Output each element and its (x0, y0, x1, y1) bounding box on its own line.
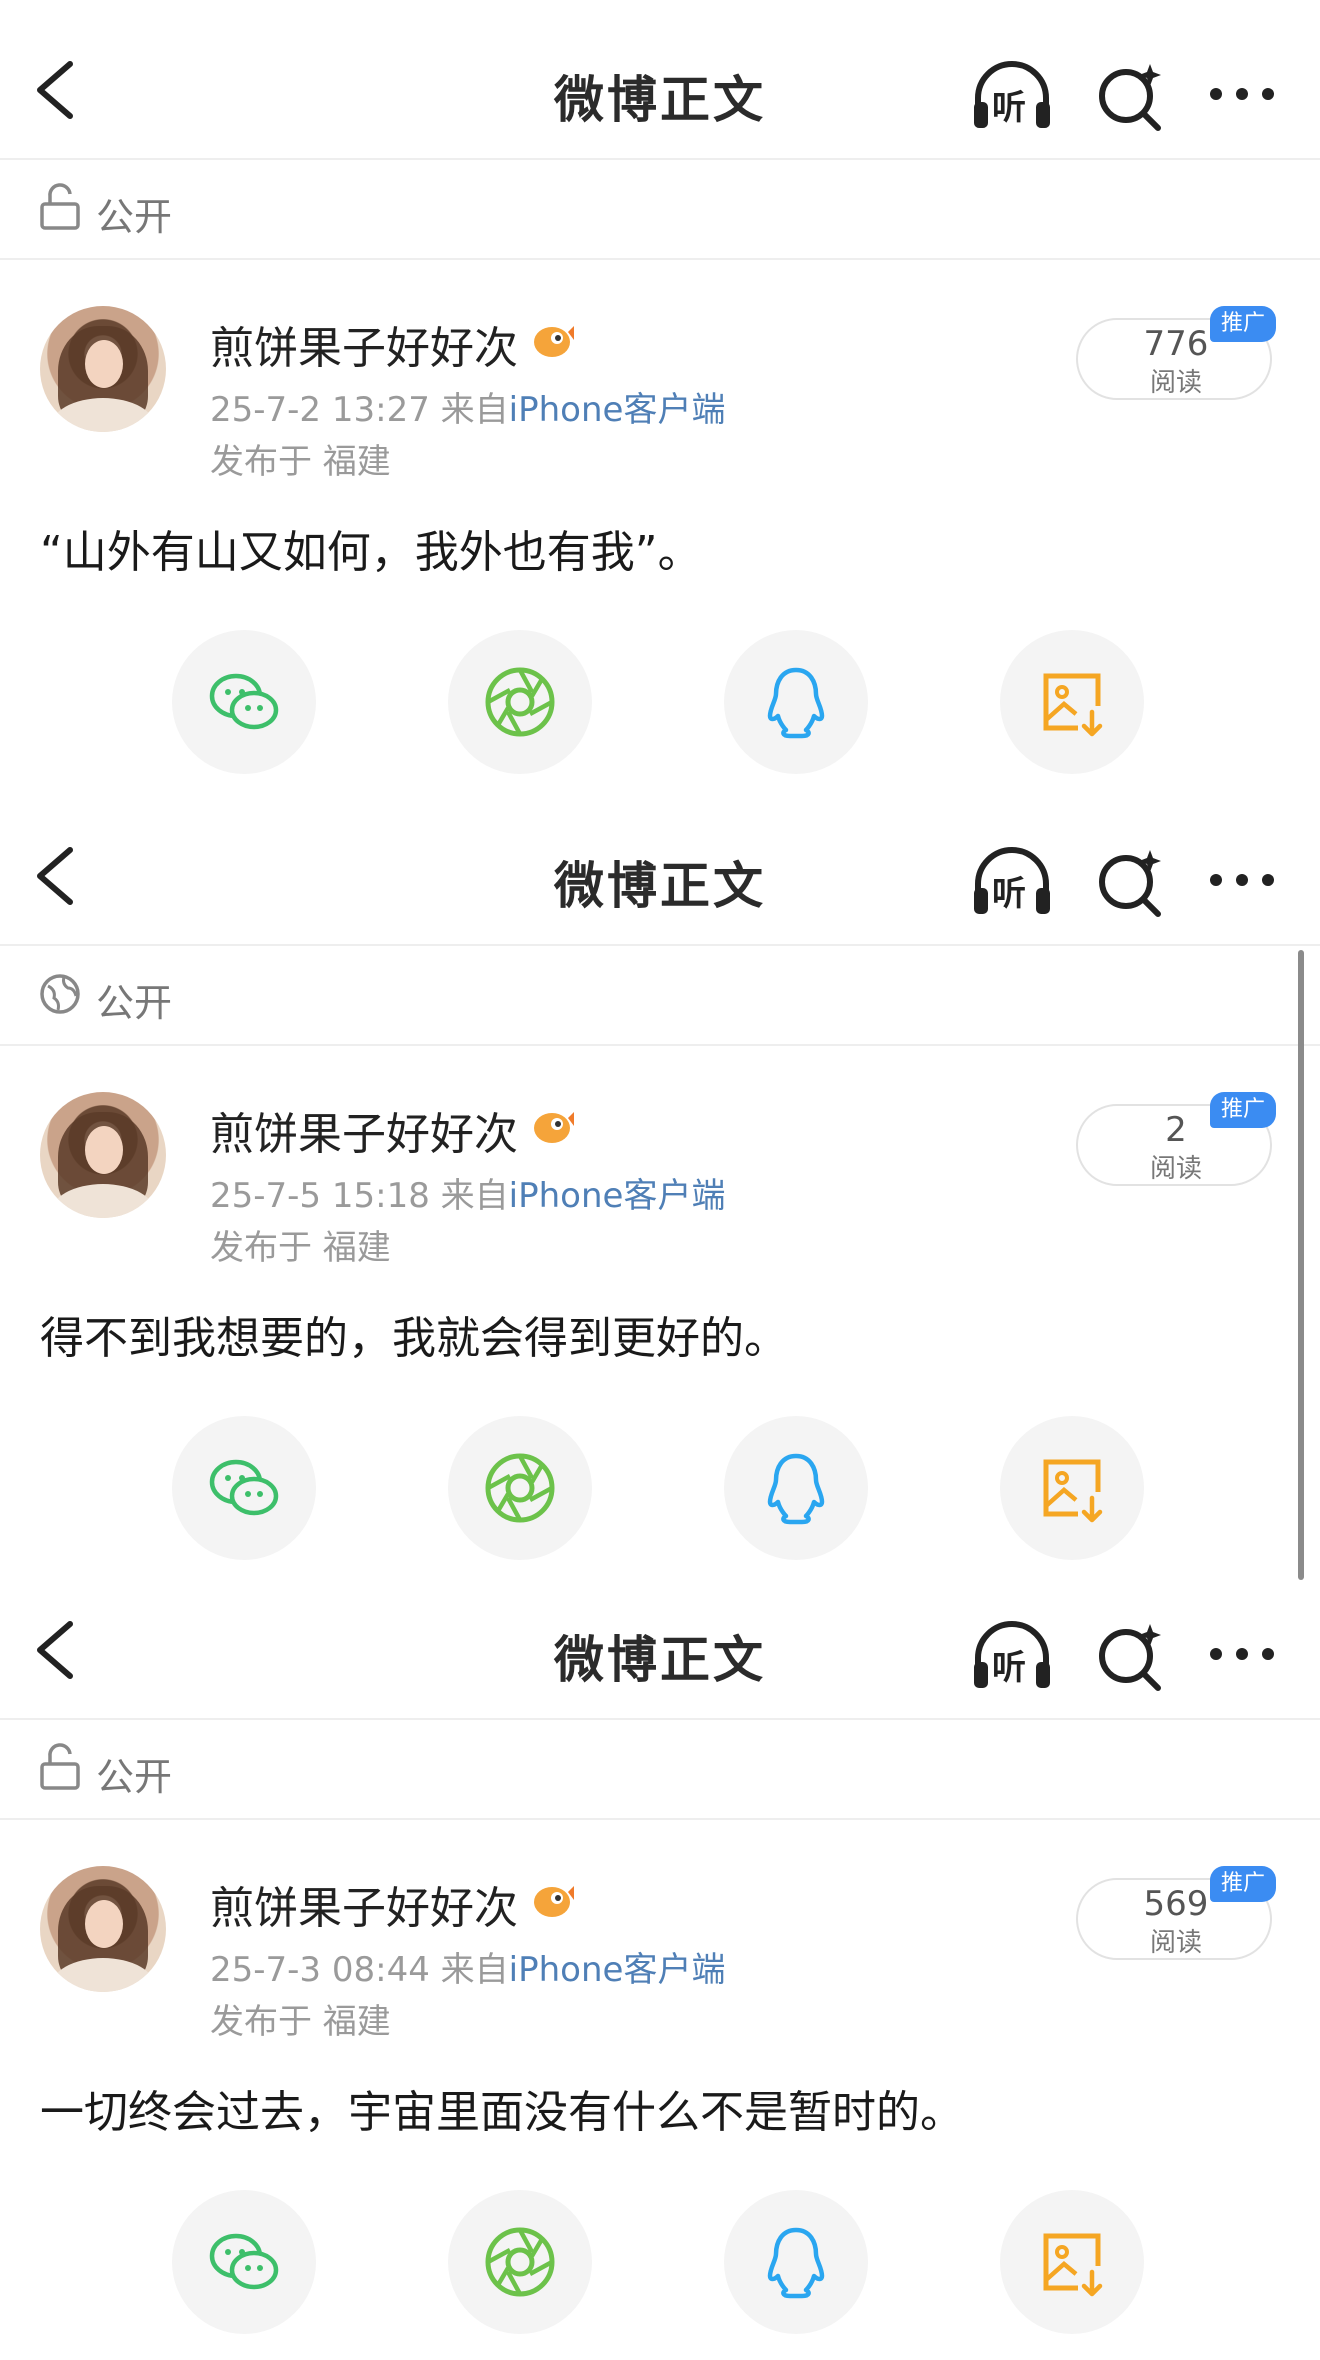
unlock-icon (40, 1743, 80, 1790)
visibility-label: 公开 (96, 1755, 173, 1799)
post-content: “山外有山又如何，我外也有我”。 (40, 527, 702, 578)
visibility-label: 公开 (96, 195, 173, 239)
vip-badge-icon (534, 1886, 574, 1917)
save-image-button[interactable] (1000, 1416, 1144, 1560)
page-title: 微博正文 (554, 857, 766, 915)
source-link[interactable]: iPhone客户端 (509, 1950, 726, 1990)
save-image-button[interactable] (1000, 630, 1144, 774)
post-time: 25-7-5 15:18 (210, 1176, 430, 1216)
source-prefix: 来自 (440, 1176, 509, 1216)
save-image-button[interactable] (1000, 2190, 1144, 2334)
post-location: 发布于 福建 (210, 442, 391, 482)
save-image-icon (1043, 1459, 1103, 1523)
post-content: 一切终会过去，宇宙里面没有什么不是暂时的。 (40, 2087, 964, 2138)
top-nav-bar: 微博正文 听 (0, 0, 1320, 160)
wechat-icon (209, 1459, 279, 1516)
more-options-icon[interactable] (1200, 1618, 1284, 1694)
post-meta: 25-7-3 08:44 来自iPhone客户端 (210, 1942, 725, 1991)
share-qq-button[interactable] (724, 630, 868, 774)
share-wechat-button[interactable] (172, 2190, 316, 2334)
visibility-label: 公开 (96, 981, 173, 1025)
share-moments-button[interactable] (448, 2190, 592, 2334)
globe-icon (40, 974, 80, 1014)
read-label: 阅读 (1149, 1928, 1202, 1958)
top-nav-bar: 微博正文 听 (0, 786, 1320, 946)
listen-label: 听 (992, 874, 1026, 914)
read-label: 阅读 (1149, 368, 1202, 398)
top-nav-bar: 微博正文 听 (0, 1560, 1320, 1720)
wechat-icon (209, 2233, 279, 2290)
search-sparkle-icon[interactable] (1090, 844, 1174, 920)
avatar[interactable] (40, 1092, 166, 1218)
vip-badge-icon (534, 1112, 574, 1143)
share-wechat-button[interactable] (172, 630, 316, 774)
visibility-bar[interactable]: 公开 (0, 160, 1320, 260)
qq-icon (767, 1453, 825, 1525)
share-moments-button[interactable] (448, 630, 592, 774)
unlock-icon (40, 183, 80, 230)
post-content: 得不到我想要的，我就会得到更好的。 (40, 1313, 788, 1364)
promote-badge[interactable]: 推广 (1210, 1866, 1276, 1902)
search-sparkle-icon[interactable] (1090, 58, 1174, 134)
vip-badge-icon (534, 326, 574, 357)
read-label: 阅读 (1149, 1154, 1202, 1184)
post-meta: 25-7-5 15:18 来自iPhone客户端 (210, 1168, 725, 1217)
more-options-icon[interactable] (1200, 844, 1284, 920)
qq-icon (767, 667, 825, 739)
promote-badge[interactable]: 推广 (1210, 1092, 1276, 1128)
back-arrow-icon[interactable] (26, 50, 86, 130)
avatar[interactable] (40, 306, 166, 432)
share-moments-button[interactable] (448, 1416, 592, 1560)
moments-icon (485, 1453, 555, 1523)
share-wechat-button[interactable] (172, 1416, 316, 1560)
author-name[interactable]: 煎饼果子好好次 (210, 312, 518, 376)
post-time: 25-7-2 13:27 (210, 390, 430, 430)
author-name[interactable]: 煎饼果子好好次 (210, 1098, 518, 1162)
author-name[interactable]: 煎饼果子好好次 (210, 1872, 518, 1936)
source-prefix: 来自 (440, 1950, 509, 1990)
qq-icon (767, 2227, 825, 2299)
promote-badge[interactable]: 推广 (1210, 306, 1276, 342)
page-title: 微博正文 (554, 71, 766, 129)
share-qq-button[interactable] (724, 1416, 868, 1560)
back-arrow-icon[interactable] (26, 1610, 86, 1690)
scrollbar[interactable] (1298, 950, 1304, 1580)
listen-button[interactable]: 听 (970, 844, 1054, 920)
source-link[interactable]: iPhone客户端 (509, 390, 726, 430)
source-link[interactable]: iPhone客户端 (509, 1176, 726, 1216)
visibility-bar[interactable]: 公开 (0, 1720, 1320, 1820)
visibility-bar[interactable]: 公开 (0, 946, 1320, 1046)
wechat-icon (209, 673, 279, 730)
page-title: 微博正文 (554, 1631, 766, 1689)
save-image-icon (1043, 2233, 1103, 2297)
listen-label: 听 (992, 88, 1026, 128)
weibo-post-screen-3: 微博正文 听 公开 煎饼果子好好次 25-7-3 08:44 来自iPhone客… (0, 1560, 1320, 2346)
post-time: 25-7-3 08:44 (210, 1950, 430, 1990)
post-location: 发布于 福建 (210, 1228, 391, 1268)
save-image-icon (1043, 673, 1103, 737)
listen-button[interactable]: 听 (970, 1618, 1054, 1694)
weibo-post-screen-1: 微博正文 听 公开 煎饼果子好好次 25-7-2 13:27 来自iPhone客… (0, 0, 1320, 786)
listen-label: 听 (992, 1648, 1026, 1688)
moments-icon (485, 2227, 555, 2297)
post-location: 发布于 福建 (210, 2002, 391, 2042)
avatar[interactable] (40, 1866, 166, 1992)
back-arrow-icon[interactable] (26, 836, 86, 916)
weibo-post-screen-2: 微博正文 听 公开 煎饼果子好好次 25-7-5 15:18 来自iPhone客… (0, 786, 1320, 1572)
source-prefix: 来自 (440, 390, 509, 430)
moments-icon (485, 667, 555, 737)
share-qq-button[interactable] (724, 2190, 868, 2334)
listen-button[interactable]: 听 (970, 58, 1054, 134)
search-sparkle-icon[interactable] (1090, 1618, 1174, 1694)
more-options-icon[interactable] (1200, 58, 1284, 134)
post-meta: 25-7-2 13:27 来自iPhone客户端 (210, 382, 725, 431)
